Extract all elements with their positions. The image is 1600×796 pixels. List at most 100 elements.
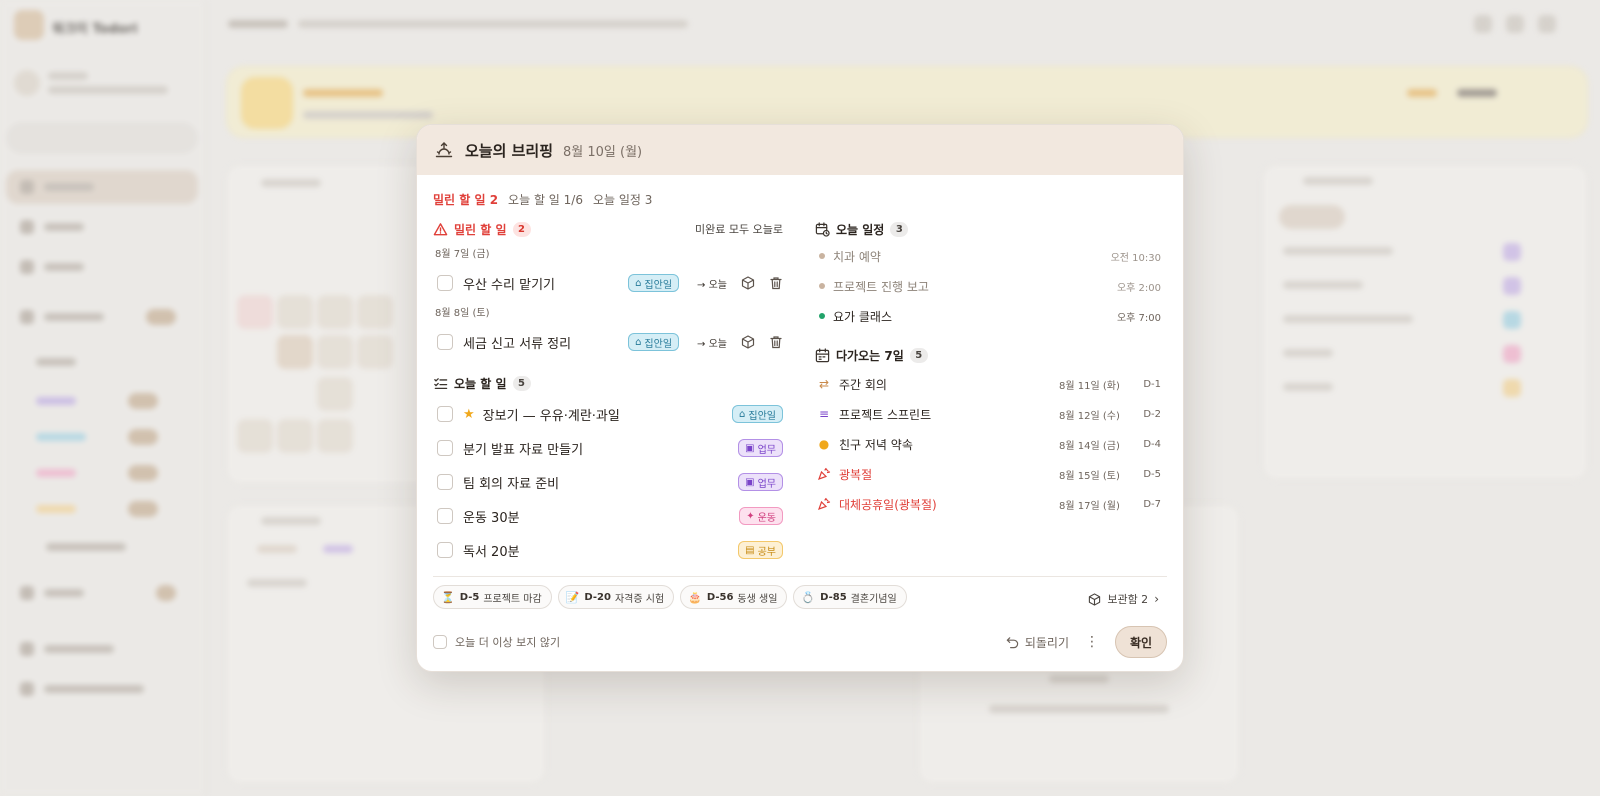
repeat-icon: ⇄ [818, 377, 830, 391]
task-title: 운동 30분 [463, 510, 520, 526]
star-icon: ★ [463, 406, 475, 422]
overdue-heading: 밀린 할 일 [454, 222, 507, 237]
upcoming-name: 대체공휴일(광복절) [839, 497, 937, 512]
undo-button[interactable]: 되돌리기 [1006, 634, 1069, 651]
modal-footer: 오늘 더 이상 보지 않기 되돌리기 ⋮ 확인 [433, 625, 1167, 659]
status-dot [819, 313, 825, 319]
dday-label: 프로젝트 마감 [483, 593, 542, 605]
calendar-clock-icon [815, 221, 830, 237]
task-checkbox[interactable] [437, 406, 453, 422]
upcoming-name: 광복절 [839, 467, 873, 482]
today-schedule-count: 3 [890, 221, 909, 237]
status-dot [819, 283, 825, 289]
confirm-button[interactable]: 확인 [1115, 626, 1167, 658]
trash-icon[interactable] [769, 276, 783, 290]
task-checkbox[interactable] [437, 508, 453, 524]
summary-schedule: 오늘 일정 3 [592, 193, 653, 207]
upcoming-dday: D-5 [1143, 468, 1161, 480]
category-tag-study: ▤ 공부 [738, 541, 783, 559]
task-title: 독서 20분 [463, 544, 520, 560]
undo-label: 되돌리기 [1024, 635, 1069, 650]
today-tasks-section-header: 오늘 할 일 5 [433, 373, 783, 393]
upcoming-date: 8월 17일 (월) [1059, 500, 1120, 512]
avatar [14, 70, 40, 96]
home-icon: ⌂ [635, 277, 642, 289]
upcoming-dday: D-2 [1143, 408, 1161, 420]
upcoming-date: 8월 15일 (토) [1059, 470, 1120, 482]
dday-chip[interactable]: 📝 D-20 자격증 시험 [557, 585, 675, 609]
upcoming-date: 8월 14일 (금) [1059, 440, 1120, 452]
divider [433, 576, 1167, 577]
sunrise-icon [435, 142, 453, 158]
schedule-item[interactable]: 프로젝트 진행 보고 오후 2:00 [815, 271, 1161, 301]
category-tag-work: ▣ 업무 [738, 439, 783, 457]
calendar-icon [815, 347, 830, 362]
dday-label: 자격증 시험 [614, 593, 665, 605]
upcoming-item[interactable]: 대체공휴일(광복절) 8월 17일 (월) D-7 [815, 489, 1161, 519]
task-checkbox[interactable] [437, 474, 453, 490]
upcoming-item[interactable]: 광복절 8월 15일 (토) D-5 [815, 459, 1161, 489]
upcoming-item[interactable]: ≡ 프로젝트 스프린트 8월 12일 (수) D-2 [815, 399, 1161, 429]
dday-value: D-85 [820, 591, 847, 603]
upcoming-name: 프로젝트 스프린트 [839, 407, 932, 422]
task-title: 우산 수리 맡기기 [463, 277, 555, 293]
status-dot [819, 253, 825, 259]
book-icon: ▤ [745, 544, 755, 556]
task-checkbox[interactable] [437, 334, 453, 350]
dday-chip[interactable]: 🎂 D-56 동생 생일 [680, 585, 788, 609]
dday-chip[interactable]: 💍 D-85 결혼기념일 [793, 585, 907, 609]
archive-box-icon[interactable] [741, 276, 755, 290]
schedule-column: 오늘 일정 3 치과 예약 오전 10:30 프로젝트 진행 보고 오후 2:0… [815, 219, 1161, 519]
party-popper-icon [818, 467, 831, 480]
dday-chip[interactable]: ⏳ D-5 프로젝트 마감 [433, 585, 552, 609]
upcoming-date: 8월 11일 (화) [1059, 380, 1120, 392]
hide-today-label[interactable]: 오늘 더 이상 보지 않기 [455, 634, 560, 650]
archive-button[interactable]: 보관함 2 › [1088, 591, 1159, 607]
briefing-summary: 밀린 할 일 2 오늘 할 일 1/6 오늘 일정 3 [433, 191, 652, 208]
upcoming-name: 주간 회의 [839, 377, 887, 392]
background-sidebar: 워크미 Todori [0, 0, 206, 796]
schedule-item[interactable]: 치과 예약 오전 10:30 [815, 241, 1161, 271]
upcoming-heading: 다가오는 7일 [836, 348, 904, 363]
undo-icon [1006, 636, 1019, 648]
upcoming-item[interactable]: ● 친구 저녁 약속 8월 14일 (금) D-4 [815, 429, 1161, 459]
upcoming-dday: D-7 [1143, 498, 1161, 510]
schedule-item[interactable]: 요가 클래스 오후 7:00 [815, 301, 1161, 331]
dday-label: 동생 생일 [737, 593, 778, 605]
overdue-task: 우산 수리 맡기기 ⌂ 집안일 → 오늘 [433, 266, 783, 300]
dday-value: D-5 [459, 591, 480, 603]
chevron-right-icon: › [1154, 592, 1159, 606]
task-checkbox[interactable] [437, 275, 453, 291]
hide-today-checkbox[interactable] [433, 635, 447, 649]
archive-box-icon[interactable] [741, 335, 755, 349]
more-options-icon[interactable]: ⋮ [1085, 634, 1099, 650]
archive-label: 보관함 2 [1107, 593, 1149, 606]
move-all-to-today-button[interactable]: 미완료 모두 오늘로 [695, 221, 783, 237]
move-to-today-button[interactable]: → 오늘 [697, 335, 727, 350]
ring-icon: 💍 [801, 590, 816, 604]
user-profile [14, 66, 194, 104]
briefcase-icon: ▣ [745, 476, 755, 488]
category-tag-home: ⌂ 집안일 [628, 333, 680, 351]
category-tag-home: ⌂ 집안일 [628, 274, 680, 292]
today-task: 팀 회의 자료 준비 ▣ 업무 [433, 465, 783, 499]
task-checkbox[interactable] [437, 440, 453, 456]
task-checkbox[interactable] [437, 542, 453, 558]
move-to-today-button[interactable]: → 오늘 [697, 276, 727, 291]
trash-icon[interactable] [769, 335, 783, 349]
task-title: 팀 회의 자료 준비 [463, 476, 560, 492]
background-todo-card [1262, 164, 1588, 480]
event-name: 프로젝트 진행 보고 [833, 279, 929, 294]
today-task: 독서 20분 ▤ 공부 [433, 533, 783, 567]
dday-label: 결혼기념일 [850, 593, 897, 605]
dot-icon: ● [818, 437, 830, 451]
upcoming-name: 친구 저녁 약속 [839, 437, 913, 452]
upcoming-item[interactable]: ⇄ 주간 회의 8월 11일 (화) D-1 [815, 369, 1161, 399]
category-tag-home: ⌂ 집안일 [732, 405, 783, 423]
hourglass-icon: ⏳ [441, 590, 455, 604]
upcoming-dday: D-1 [1143, 378, 1161, 390]
dumbbell-icon: ✦ [746, 510, 755, 522]
memo-icon: 📝 [565, 590, 580, 604]
event-time: 오후 7:00 [1116, 312, 1161, 324]
modal-header: 오늘의 브리핑 8월 10일 (월) [417, 125, 1183, 175]
